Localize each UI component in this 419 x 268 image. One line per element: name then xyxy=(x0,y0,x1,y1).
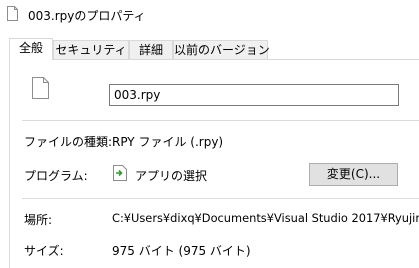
tab-strip: 全般 セキュリティ 詳細 以前のバージョン xyxy=(9,38,419,61)
file-type-value: RPY ファイル (.rpy) xyxy=(112,135,224,149)
tab-previous-versions[interactable]: 以前のバージョン xyxy=(173,40,270,59)
divider xyxy=(22,120,419,121)
file-name-input[interactable] xyxy=(109,84,399,106)
file-icon xyxy=(7,6,18,21)
title-bar: 003.rpyのプロパティ xyxy=(0,0,419,32)
location-label: 場所: xyxy=(24,213,53,227)
program-label: プログラム: xyxy=(24,169,88,183)
file-type-label: ファイルの種類: xyxy=(24,135,113,149)
location-value: C:¥Users¥dixq¥Documents¥Visual Studio 20… xyxy=(112,211,419,225)
size-value: 975 バイト (975 バイト) xyxy=(112,244,251,258)
tab-security[interactable]: セキュリティ xyxy=(53,40,129,59)
tab-details[interactable]: 詳細 xyxy=(129,40,173,59)
document-icon xyxy=(32,77,49,99)
properties-window: 003.rpyのプロパティ 全般 セキュリティ 詳細 以前のバージョン ファイル… xyxy=(0,0,419,268)
program-value: アプリの選択 xyxy=(135,169,208,183)
app-select-icon xyxy=(113,165,127,181)
window-title: 003.rpyのプロパティ xyxy=(28,9,146,23)
change-button[interactable]: 変更(C)... xyxy=(309,163,398,186)
divider xyxy=(22,198,419,199)
tab-general[interactable]: 全般 xyxy=(9,38,53,60)
size-label: サイズ: xyxy=(24,244,64,258)
